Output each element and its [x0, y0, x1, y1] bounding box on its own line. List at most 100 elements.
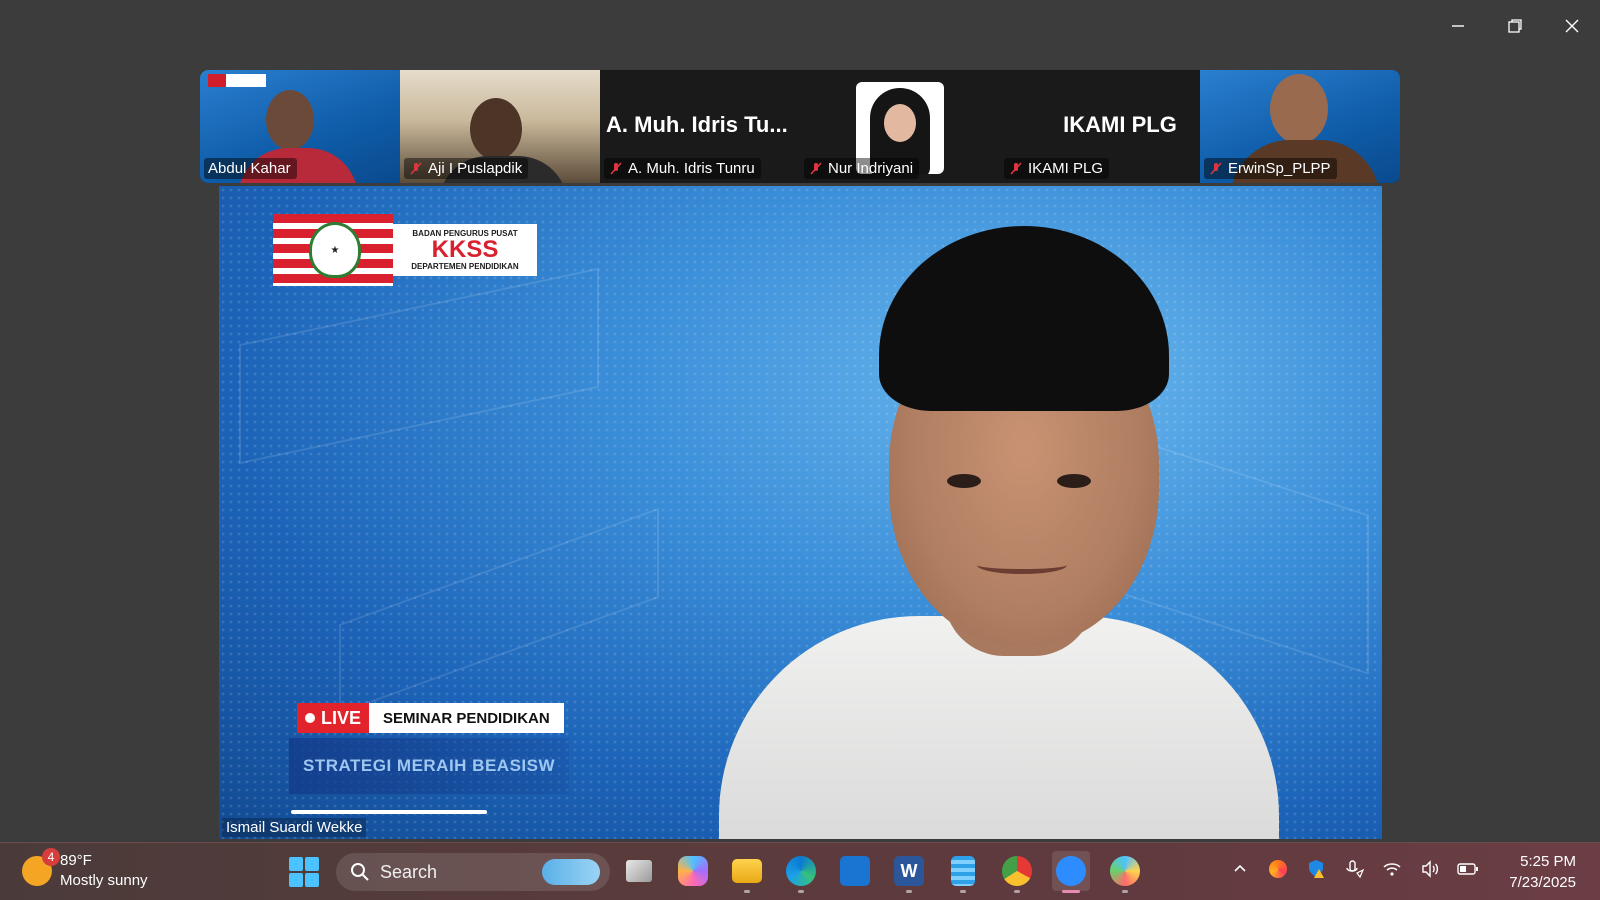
taskbar: 4 89°F Mostly sunny Search W 5:25 PM 7/2… [0, 842, 1600, 900]
seminar-label: SEMINAR PENDIDIKAN [369, 703, 564, 733]
active-indicator [1062, 890, 1080, 893]
zoom-button[interactable] [1052, 851, 1090, 893]
volume-button[interactable] [1418, 857, 1442, 881]
participant-strip: Abdul Kahar Aji I Puslapdik A. Muh. Idri… [200, 70, 1400, 183]
copilot-button[interactable] [674, 851, 712, 891]
volume-icon [1422, 860, 1439, 878]
tray-app-button[interactable] [1266, 857, 1290, 881]
weather-condition: Mostly sunny [60, 872, 148, 889]
restore-button[interactable] [1486, 0, 1543, 52]
participant-name: Nur Indriyani [828, 160, 914, 177]
running-indicator [798, 890, 804, 893]
participant-name: Aji I Puslapdik [428, 160, 523, 177]
participant-video [470, 98, 522, 160]
participant-tile[interactable]: Aji I Puslapdik [400, 70, 600, 183]
speaker-eye [947, 474, 981, 488]
participant-video [266, 90, 314, 150]
speaker-eye [1057, 474, 1091, 488]
notepad-icon [951, 856, 975, 886]
participant-display-title: A. Muh. Idris Tu... [606, 112, 788, 137]
folder-icon [732, 859, 762, 883]
system-tray [1228, 857, 1480, 881]
edge-icon [786, 856, 816, 886]
live-label: LIVE [321, 707, 362, 728]
vscode-button[interactable] [836, 851, 874, 891]
live-badge: LIVE [297, 703, 370, 733]
edge-button[interactable] [782, 851, 820, 893]
microphone-location-button[interactable] [1342, 857, 1366, 881]
windows-logo-icon [289, 857, 303, 871]
chrome-beta-button[interactable] [998, 851, 1036, 893]
show-hidden-icons-button[interactable] [1228, 857, 1252, 881]
kkss-logo: ★ BADAN PENGURUS PUSAT KKSS DEPARTEMEN P… [273, 214, 537, 286]
zoom-icon [1056, 856, 1086, 886]
participant-tile[interactable]: Abdul Kahar [200, 70, 400, 183]
mic-muted-icon [810, 161, 822, 175]
wifi-button[interactable] [1380, 857, 1404, 881]
mic-muted-icon [610, 161, 622, 175]
taskbar-apps: W [620, 851, 1144, 893]
search-highlight-art [542, 859, 600, 885]
color-app-icon [1269, 860, 1287, 878]
kkss-mini-logo [208, 74, 266, 87]
participant-video [1270, 74, 1328, 144]
participant-tile[interactable]: A. Muh. Idris Tu... A. Muh. Idris Tunru [600, 70, 800, 183]
subtitle-bar: STRATEGI MERAIH BEASISW [289, 738, 569, 794]
word-icon: W [894, 856, 924, 886]
participant-tile[interactable]: IKAMI PLG IKAMI PLG [1000, 70, 1200, 183]
paint-palette-icon [1110, 856, 1140, 886]
clock-time: 5:25 PM [1520, 853, 1576, 870]
window-controls [1429, 0, 1600, 52]
speaker-mouth [977, 556, 1067, 574]
shield-warning-icon [1309, 860, 1324, 878]
security-button[interactable] [1304, 857, 1328, 881]
participant-name: IKAMI PLG [1028, 160, 1104, 177]
search-icon [351, 863, 369, 881]
logo-stripes: ★ [273, 214, 393, 286]
task-view-icon [626, 860, 652, 882]
windows-logo-icon [289, 873, 303, 887]
mic-muted-icon [1010, 161, 1022, 175]
close-button[interactable] [1543, 0, 1600, 52]
running-indicator [1122, 890, 1128, 893]
task-view-button[interactable] [620, 851, 658, 891]
participant-tile[interactable]: ErwinSp_PLPP [1200, 70, 1400, 183]
taskbar-search[interactable]: Search [336, 853, 610, 891]
active-speaker-video[interactable]: ★ BADAN PENGURUS PUSAT KKSS DEPARTEMEN P… [219, 186, 1382, 839]
subtitle-text: STRATEGI MERAIH BEASISW [303, 756, 556, 775]
paint-button[interactable] [1106, 851, 1144, 893]
mic-muted-icon [1210, 161, 1222, 175]
participant-tile[interactable]: Nur Indriyani [800, 70, 1000, 183]
battery-button[interactable] [1456, 857, 1480, 881]
clock-date: 7/23/2025 [1509, 874, 1576, 891]
microphone-icon [1346, 860, 1364, 879]
live-banner: LIVE SEMINAR PENDIDIKAN [297, 703, 564, 733]
kkss-emblem-icon: ★ [309, 222, 361, 278]
running-indicator [744, 890, 750, 893]
wifi-icon [1383, 863, 1401, 876]
logo-line2: KKSS [431, 236, 499, 263]
taskbar-clock[interactable]: 5:25 PM 7/23/2025 [1509, 851, 1576, 893]
minimize-button[interactable] [1429, 0, 1486, 52]
participant-name-tag: ErwinSp_PLPP [1204, 158, 1337, 179]
weather-sun-icon: 4 [22, 848, 60, 886]
participant-name: A. Muh. Idris Tunru [628, 160, 755, 177]
windows-logo-icon [305, 857, 319, 871]
file-explorer-button[interactable] [728, 851, 766, 893]
chevron-up-icon [1234, 864, 1246, 872]
weather-widget[interactable]: 4 89°F Mostly sunny [22, 848, 148, 891]
participant-name-tag: Abdul Kahar [204, 158, 297, 179]
logo-line3: DEPARTEMEN PENDIDIKAN [411, 262, 519, 271]
windows-logo-icon [305, 873, 319, 887]
participant-name-tag: IKAMI PLG [1004, 158, 1110, 179]
copilot-icon [678, 856, 708, 886]
start-button[interactable] [289, 857, 319, 887]
notepad-button[interactable] [944, 851, 982, 893]
speaker-name-tag: Ismail Suardi Wekke [222, 818, 367, 837]
speaker-figure [719, 226, 1279, 839]
participant-name-tag: A. Muh. Idris Tunru [604, 158, 761, 179]
close-icon [1565, 19, 1578, 33]
search-placeholder: Search [380, 861, 438, 882]
word-button[interactable]: W [890, 851, 928, 893]
live-dot-icon [305, 713, 315, 723]
